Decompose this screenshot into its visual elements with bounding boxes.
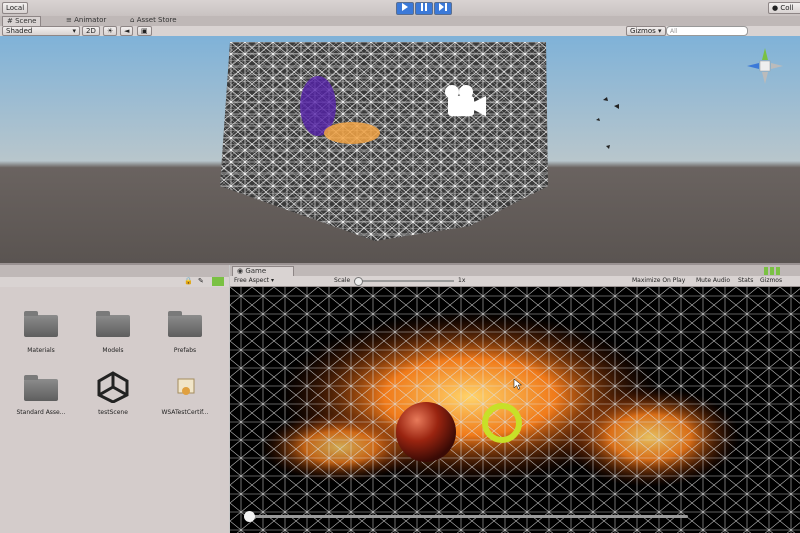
aspect-dropdown[interactable]: Free Aspect ▾: [234, 277, 274, 284]
game-icon: ◉: [237, 267, 244, 275]
folder-icon: [168, 311, 202, 337]
tab-animator[interactable]: ≡ Animator: [62, 16, 110, 25]
unity-scene-icon: [97, 371, 129, 403]
effects-toggle[interactable]: ▣: [137, 26, 152, 36]
scene-search-input[interactable]: All: [666, 26, 748, 36]
sphere-object[interactable]: [396, 402, 456, 462]
play-icon: [402, 3, 408, 11]
mute-audio-toggle[interactable]: Mute Audio: [696, 277, 730, 284]
sun-icon: ☀: [107, 27, 114, 35]
scale-slider[interactable]: [354, 277, 454, 286]
scene-viewport[interactable]: [0, 36, 800, 263]
step-icon: [439, 3, 447, 11]
folder-icon: [96, 311, 130, 337]
stats-toggle[interactable]: Stats: [738, 277, 753, 284]
2d-toggle[interactable]: 2D: [82, 26, 100, 36]
scale-slider-handle[interactable]: [354, 277, 363, 286]
gizmos-dropdown[interactable]: Gizmos ▾: [626, 26, 666, 36]
tab-asset-store[interactable]: ⌂ Asset Store: [126, 16, 181, 25]
scene-view[interactable]: [0, 36, 800, 263]
filter-icon[interactable]: [212, 277, 224, 286]
animator-icon: ≡: [66, 16, 72, 24]
play-button[interactable]: [396, 2, 414, 15]
speaker-icon: ◄: [124, 27, 130, 35]
scale-value: 1x: [458, 277, 466, 284]
image-icon: ▣: [141, 27, 148, 35]
playback-slider[interactable]: [244, 511, 688, 522]
certificate-icon: [177, 378, 195, 395]
collab-icon: ●: [772, 4, 779, 12]
folder-icon: [24, 375, 58, 401]
tab-scene[interactable]: # Scene: [2, 16, 42, 26]
folder-icon: [24, 311, 58, 337]
shading-mode-dropdown[interactable]: Shaded ▾: [2, 26, 80, 36]
audio-toggle[interactable]: ◄: [120, 26, 134, 36]
search-placeholder: All: [670, 28, 678, 35]
game-control-bar: Free Aspect ▾ Scale 1x Maximize On Play …: [230, 276, 800, 287]
chevron-down-icon: ▾: [658, 27, 662, 35]
scene-icon: #: [7, 17, 13, 25]
game-gizmos-dropdown[interactable]: Gizmos: [760, 277, 782, 284]
chevron-down-icon: ▾: [270, 277, 274, 284]
main-toolbar: Local ● Coll: [0, 0, 800, 17]
panel-menu-icon[interactable]: [764, 267, 792, 275]
pause-button[interactable]: [415, 2, 433, 15]
tab-game[interactable]: ◉ Game: [232, 266, 294, 276]
pause-icon: [421, 3, 427, 11]
playback-slider-handle[interactable]: [244, 511, 255, 522]
lock-icon[interactable]: 🔒: [184, 277, 193, 285]
collab-button[interactable]: ● Coll: [768, 2, 800, 14]
lighting-toggle[interactable]: ☀: [103, 26, 118, 36]
tag-icon[interactable]: ✎: [198, 277, 204, 285]
asset-store-icon: ⌂: [130, 16, 135, 24]
project-panel: Materials Models Prefabs Standard Asse..…: [0, 287, 229, 533]
scale-label: Scale: [334, 277, 351, 284]
game-viewport[interactable]: [230, 287, 800, 533]
pivot-rotation-button[interactable]: Local: [2, 2, 29, 14]
game-view[interactable]: [230, 287, 800, 533]
step-button[interactable]: [434, 2, 452, 15]
chevron-down-icon: ▾: [72, 27, 76, 35]
maximize-on-play-toggle[interactable]: Maximize On Play: [632, 277, 685, 284]
